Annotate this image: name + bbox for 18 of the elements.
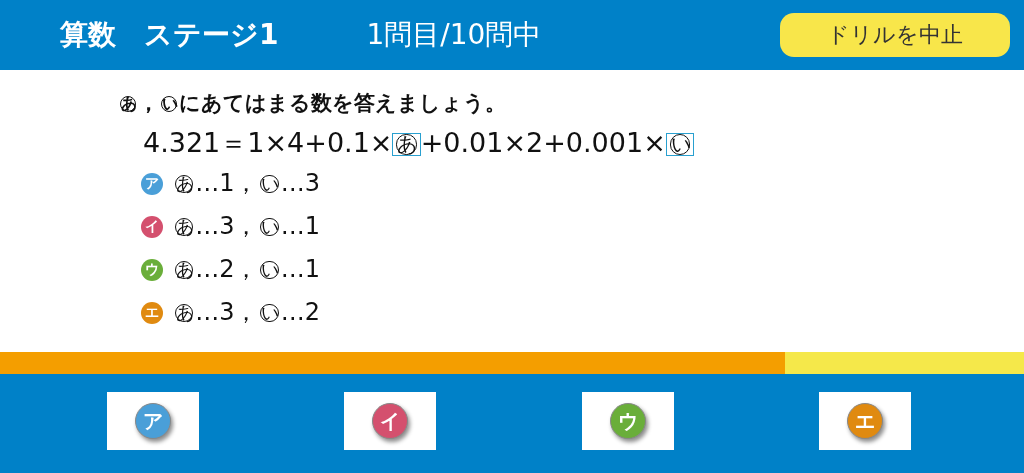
- answer-button[interactable]: エ: [819, 392, 912, 450]
- answer-button[interactable]: ウ: [581, 392, 674, 450]
- choice-text: あ…1，い…3: [174, 168, 320, 199]
- quit-drill-button[interactable]: ドリルを中止: [780, 13, 1010, 57]
- choice-text: あ…3，い…1: [174, 211, 320, 242]
- stage-title: ステージ1: [144, 17, 279, 53]
- subject-title: 算数: [60, 17, 116, 53]
- answer-button[interactable]: ア: [106, 392, 199, 450]
- answer-button[interactable]: イ: [344, 392, 437, 450]
- choice-label: エ: [141, 301, 163, 324]
- choice-label: ウ: [141, 258, 163, 281]
- choice-label: ア: [141, 172, 163, 195]
- equation: 4.321＝1×4+0.1× あ+0.01×2+0.001× い: [143, 126, 694, 160]
- question-counter: 1問目/10問中: [366, 17, 542, 53]
- choice-text: あ…2，い…1: [174, 254, 320, 285]
- question-text: あ，いにあてはまる数を答えましょう。: [119, 90, 508, 117]
- choice-text: あ…3，い…2: [174, 297, 320, 328]
- choice-label: イ: [141, 215, 163, 238]
